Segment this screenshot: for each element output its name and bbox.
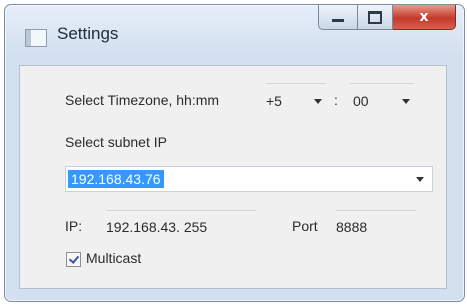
chevron-down-icon [314, 98, 322, 104]
chevron-down-icon [416, 176, 424, 182]
minimize-button[interactable] [318, 5, 358, 30]
window-icon [25, 29, 47, 47]
close-button[interactable]: x [393, 5, 456, 30]
multicast-checkbox[interactable] [66, 252, 81, 267]
timezone-label: Select Timezone, hh:mm [65, 92, 220, 108]
ip-field[interactable]: 192.168.43. 255 [106, 210, 256, 237]
timezone-hours-value: +5 [266, 93, 282, 109]
window-title: Settings [57, 24, 119, 43]
timezone-separator: : [334, 92, 338, 108]
maximize-button[interactable] [358, 5, 393, 30]
multicast-label[interactable]: Multicast [86, 250, 141, 266]
timezone-minutes-value: 00 [353, 93, 369, 109]
port-field[interactable]: 8888 [336, 210, 416, 237]
settings-panel: Select Timezone, hh:mm +5 : 00 Select su… [19, 65, 447, 289]
timezone-minutes-select[interactable]: 00 [350, 83, 414, 112]
subnet-selected-value: 192.168.43.76 [68, 170, 164, 188]
port-label: Port [292, 218, 318, 234]
subnet-select[interactable]: 192.168.43.76 [65, 166, 433, 192]
timezone-hours-select[interactable]: +5 [266, 83, 326, 112]
title-bar[interactable]: Settings x [5, 5, 464, 65]
ip-value: 192.168.43. 255 [106, 219, 208, 235]
settings-window: Settings x Select Timezone, hh:mm +5 : 0… [4, 4, 465, 302]
subnet-label: Select subnet IP [65, 134, 167, 150]
caption-buttons: x [318, 5, 456, 30]
port-value: 8888 [336, 219, 368, 235]
chevron-down-icon [402, 98, 410, 104]
ip-label: IP: [65, 218, 83, 234]
maximize-icon [368, 10, 382, 24]
close-icon: x [419, 9, 429, 25]
minimize-icon [332, 18, 344, 22]
checkmark-icon [68, 253, 79, 264]
